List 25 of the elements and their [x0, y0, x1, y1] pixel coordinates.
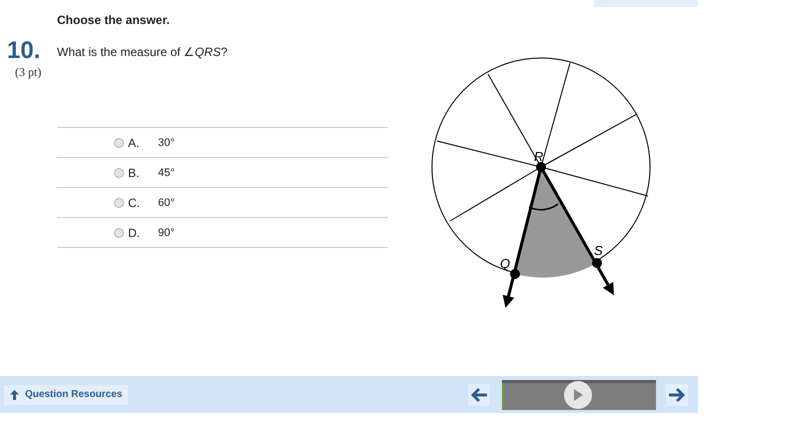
choice-text: 30°	[158, 136, 175, 148]
choice-text: 45°	[158, 166, 175, 178]
choice-letter: D.	[128, 226, 141, 240]
right-arrow-icon	[669, 388, 685, 402]
media-player[interactable]	[502, 380, 656, 410]
choice-letter: A.	[128, 136, 140, 150]
choice-text: 90°	[158, 226, 175, 238]
radio-button[interactable]	[114, 168, 124, 178]
back-arrow-button[interactable]	[468, 384, 490, 406]
left-arrow-icon	[471, 388, 487, 402]
choice-letter: B.	[128, 166, 140, 180]
choice-text: 60°	[158, 196, 175, 208]
next-arrow-button[interactable]	[666, 384, 688, 406]
question-resources-button[interactable]: Question Resources	[4, 384, 128, 404]
choice-letter: C.	[128, 196, 141, 210]
play-icon	[573, 388, 583, 400]
radio-button[interactable]	[114, 138, 124, 148]
radio-button[interactable]	[114, 198, 124, 208]
question-text: What is the measure of ∠QRS?	[57, 45, 228, 59]
radio-button[interactable]	[114, 228, 124, 238]
up-arrow-icon	[10, 390, 19, 400]
instruction-text: Choose the answer.	[57, 13, 171, 29]
points-label: (3 pt)	[15, 65, 42, 80]
play-button[interactable]	[564, 380, 592, 408]
question-number: 10.	[7, 39, 42, 63]
